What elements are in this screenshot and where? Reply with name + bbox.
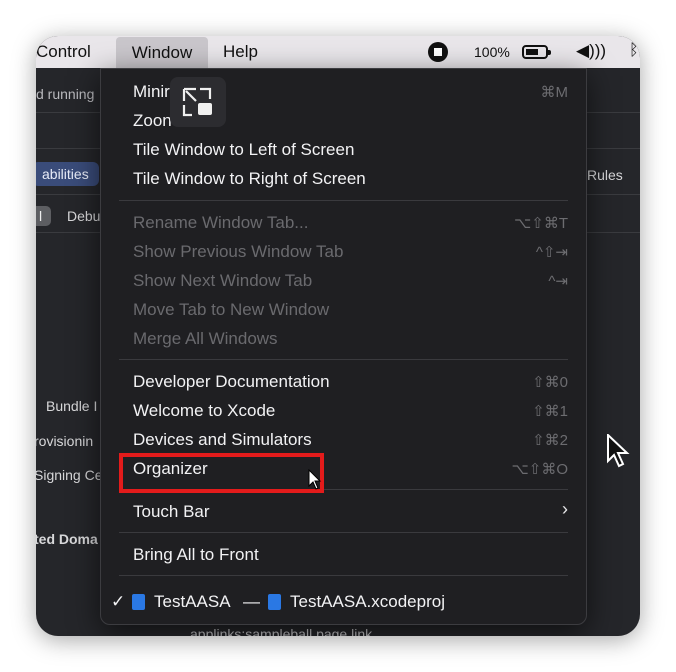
applinks-domain-entry[interactable]: applinks:sampleball.page.link: [190, 626, 372, 636]
menu-item-label: Show Next Window Tab: [133, 271, 313, 290]
battery-charging-icon[interactable]: [522, 45, 551, 59]
menu-shortcut: ⌥⇧⌘T: [513, 215, 568, 232]
checkmark-icon: ✓: [111, 592, 126, 611]
tab-signing-capabilities[interactable]: abilities: [36, 162, 99, 186]
highlight-annotation-box: [119, 453, 324, 493]
chevron-right-icon: ›: [562, 499, 568, 519]
menu-separator: [119, 575, 568, 576]
menu-item-label: Minir: [133, 82, 170, 101]
menu-shortcut: ⇧⌘2: [532, 432, 568, 449]
hand-cursor-icon: [308, 469, 322, 490]
stop-icon[interactable]: [428, 42, 448, 62]
mouse-pointer-icon: [607, 434, 630, 468]
filter-all-chip[interactable]: l: [36, 206, 52, 226]
menu-item-label: Show Previous Window Tab: [133, 242, 344, 261]
window-file-name: TestAASA.xcodeproj: [290, 592, 445, 611]
associated-domains-heading: ted Doma: [36, 531, 98, 547]
menu-item-label: Welcome to Xcode: [133, 401, 276, 420]
menu-item-label: Zoon: [133, 111, 172, 130]
menu-item-label: Move Tab to New Window: [133, 300, 330, 319]
menu-shortcut: ⌥⇧⌘O: [511, 461, 568, 478]
tab-build-rules[interactable]: Rules: [587, 167, 623, 183]
menu-item-label: Merge All Windows: [133, 329, 278, 348]
screenshot-frame: d running abilities l Debu Rules Bundle …: [36, 36, 640, 636]
menu-item-label: Rename Window Tab...: [133, 213, 309, 232]
menu-shortcut: ⇧⌘1: [532, 403, 568, 420]
menu-item-label: Touch Bar: [133, 502, 210, 521]
scheme-status-text: d running: [36, 86, 95, 102]
menu-bar: Control Window Help 100% ◀︎))) ᛒ: [36, 36, 640, 68]
menu-shortcut: ⌘M: [540, 84, 569, 101]
window-title-dash: —: [243, 592, 260, 611]
volume-icon[interactable]: ◀︎))): [576, 41, 606, 61]
provisioning-profile-label: rovisionin: [36, 433, 94, 449]
menu-item-label: Tile Window to Right of Screen: [133, 169, 366, 188]
filter-debug-chip[interactable]: Debu: [67, 208, 100, 224]
battery-percentage: 100%: [474, 44, 510, 60]
menu-item-label: Bring All to Front: [133, 545, 259, 564]
window-project-name: TestAASA: [154, 592, 231, 611]
resize-window-icon: [170, 77, 226, 127]
xcodeproj-file-icon: [268, 594, 281, 610]
menu-shortcut: ^⇧⇥: [535, 244, 568, 261]
menu-separator: [119, 532, 568, 533]
menubar-help[interactable]: Help: [223, 42, 258, 62]
xcode-project-icon: [132, 594, 145, 610]
window-menu-dropdown: Minir ⌘M Zoon Tile Window to Left of Scr…: [100, 68, 630, 625]
menubar-window[interactable]: Window: [116, 37, 208, 68]
menubar-control[interactable]: Control: [36, 42, 91, 62]
menu-shortcut: ^⇥: [548, 273, 568, 290]
signing-certificate-label: Signing Ce: [36, 467, 103, 483]
menu-item-label: Devices and Simulators: [133, 430, 312, 449]
menu-separator: [119, 359, 568, 360]
menu-item-label: Developer Documentation: [133, 372, 330, 391]
menu-item-label: Tile Window to Left of Screen: [133, 140, 355, 159]
bluetooth-icon[interactable]: ᛒ: [629, 42, 639, 60]
menu-shortcut: ⇧⌘0: [532, 374, 568, 391]
menu-separator: [119, 200, 568, 201]
bundle-identifier-label: Bundle I: [46, 398, 98, 414]
